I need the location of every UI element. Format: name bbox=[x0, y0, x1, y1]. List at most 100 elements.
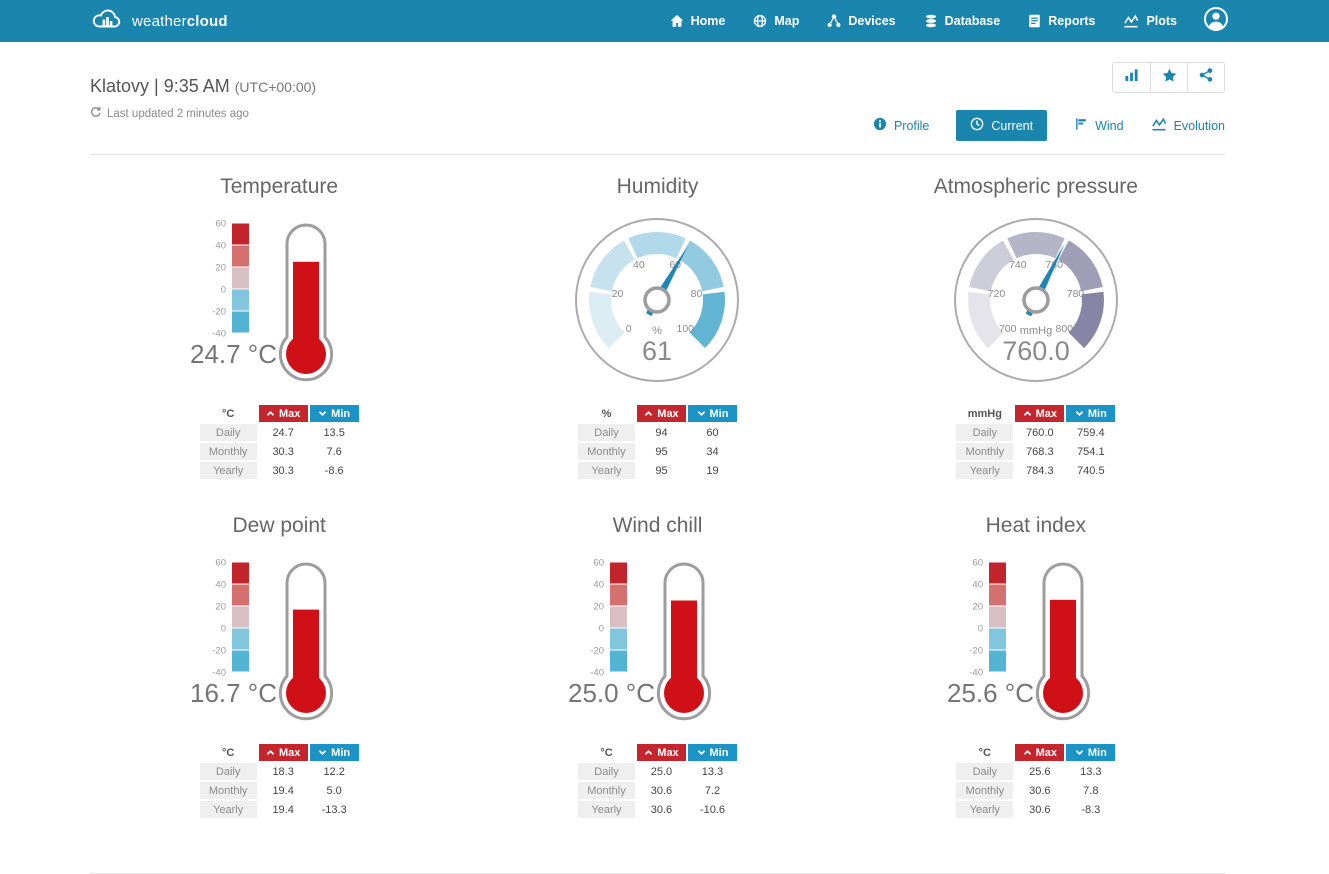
tab-label: Evolution bbox=[1174, 119, 1225, 133]
row-label: Daily bbox=[578, 763, 635, 780]
gauge-value: 61 bbox=[642, 336, 672, 366]
table-row: Daily25.013.3 bbox=[578, 763, 737, 780]
min-header: Min bbox=[310, 744, 359, 761]
svg-text:0: 0 bbox=[221, 285, 226, 296]
tab-profile[interactable]: Profile bbox=[873, 110, 929, 141]
widget-title: Dew point bbox=[90, 514, 468, 538]
svg-text:20: 20 bbox=[972, 602, 983, 613]
min-value: 7.8 bbox=[1066, 782, 1115, 799]
max-header: Max bbox=[259, 405, 308, 422]
station-utc: (UTC+00:00) bbox=[235, 79, 316, 95]
table-header-row: %MaxMin bbox=[578, 405, 737, 422]
min-value: -13.3 bbox=[310, 801, 359, 818]
svg-text:-20: -20 bbox=[969, 646, 983, 657]
min-header: Min bbox=[310, 405, 359, 422]
max-value: 768.3 bbox=[1015, 443, 1064, 460]
svg-text:20: 20 bbox=[216, 263, 227, 274]
refresh-icon bbox=[90, 106, 102, 121]
svg-text:60: 60 bbox=[972, 558, 983, 569]
max-header: Max bbox=[637, 744, 686, 761]
widget-dew-point: Dew point6040200-20-4016.7 °C°CMaxMinDai… bbox=[90, 494, 468, 833]
nav-item-reports[interactable]: Reports bbox=[1028, 14, 1095, 28]
min-value: 13.5 bbox=[310, 424, 359, 441]
tab-evolution[interactable]: Evolution bbox=[1151, 110, 1225, 141]
svg-text:20: 20 bbox=[216, 602, 227, 613]
widget-title: Atmospheric pressure bbox=[847, 175, 1225, 199]
svg-text:60: 60 bbox=[594, 558, 605, 569]
min-value: -8.6 bbox=[310, 462, 359, 479]
row-label: Monthly bbox=[200, 782, 257, 799]
nav-item-map[interactable]: Map bbox=[753, 14, 799, 28]
nav-item-label: Devices bbox=[848, 14, 895, 28]
gauge-value: 760.0 bbox=[1002, 336, 1070, 366]
max-value: 19.4 bbox=[259, 801, 308, 818]
svg-text:0: 0 bbox=[978, 624, 983, 635]
widget-temperature: Temperature6040200-20-4024.7 °C°CMaxMinD… bbox=[90, 155, 468, 494]
widget-heat-index: Heat index6040200-20-4025.6 °C°CMaxMinDa… bbox=[847, 494, 1225, 833]
database-icon bbox=[924, 14, 938, 28]
tab-current[interactable]: Current bbox=[956, 110, 1047, 141]
table-row: Yearly19.4-13.3 bbox=[200, 801, 359, 818]
max-header: Max bbox=[1015, 744, 1064, 761]
svg-text:40: 40 bbox=[594, 580, 605, 591]
svg-text:-40: -40 bbox=[212, 668, 226, 679]
svg-text:780: 780 bbox=[1067, 288, 1085, 300]
nav-item-label: Home bbox=[691, 14, 726, 28]
row-label: Daily bbox=[200, 424, 257, 441]
minmax-table: °CMaxMinDaily25.013.3Monthly30.67.2Yearl… bbox=[576, 742, 739, 820]
minmax-table: %MaxMinDaily9460Monthly9534Yearly9519 bbox=[576, 403, 739, 481]
max-header: Max bbox=[259, 744, 308, 761]
user-avatar-button[interactable] bbox=[1203, 6, 1229, 37]
max-header: Max bbox=[637, 405, 686, 422]
table-row: Monthly30.37.6 bbox=[200, 443, 359, 460]
svg-text:-20: -20 bbox=[591, 646, 605, 657]
widget-wind-chill: Wind chill6040200-20-4025.0 °C°CMaxMinDa… bbox=[468, 494, 846, 833]
min-value: 740.5 bbox=[1066, 462, 1115, 479]
min-value: -8.3 bbox=[1066, 801, 1115, 818]
dial-gauge-area: 020406080100%61 bbox=[468, 205, 846, 395]
max-value: 25.6 bbox=[1015, 763, 1064, 780]
view-tabs: Profile Current Wind Evolution bbox=[873, 110, 1225, 141]
nav-item-home[interactable]: Home bbox=[670, 14, 726, 28]
svg-text:40: 40 bbox=[216, 241, 227, 252]
min-value: 13.3 bbox=[688, 763, 737, 780]
share-button[interactable] bbox=[1187, 63, 1224, 92]
table-row: Monthly19.45.0 bbox=[200, 782, 359, 799]
table-row: Yearly784.3740.5 bbox=[956, 462, 1115, 479]
reports-icon bbox=[1028, 14, 1041, 28]
gauge-value: 16.7 °C bbox=[190, 678, 277, 708]
evolution-icon bbox=[1151, 117, 1167, 134]
max-value: 18.3 bbox=[259, 763, 308, 780]
svg-text:740: 740 bbox=[1009, 259, 1027, 271]
row-label: Yearly bbox=[956, 801, 1013, 818]
nav-item-label: Map bbox=[774, 14, 799, 28]
minmax-table: mmHgMaxMinDaily760.0759.4Monthly768.3754… bbox=[954, 403, 1117, 481]
nav-item-devices[interactable]: Devices bbox=[827, 14, 895, 28]
action-button-group bbox=[1112, 62, 1225, 93]
gauge-value: 25.6 °C bbox=[947, 678, 1034, 708]
table-row: Monthly9534 bbox=[578, 443, 737, 460]
table-row: Daily9460 bbox=[578, 424, 737, 441]
row-label: Monthly bbox=[956, 782, 1013, 799]
info-icon bbox=[873, 117, 887, 134]
row-label: Monthly bbox=[200, 443, 257, 460]
bar-chart-button[interactable] bbox=[1113, 63, 1150, 92]
min-header: Min bbox=[1066, 405, 1115, 422]
max-value: 30.6 bbox=[637, 801, 686, 818]
thermometer-gauge-area: 6040200-20-4025.6 °C bbox=[847, 544, 1225, 734]
star-button[interactable] bbox=[1150, 63, 1187, 92]
tab-wind[interactable]: Wind bbox=[1074, 110, 1123, 141]
max-value: 760.0 bbox=[1015, 424, 1064, 441]
plots-icon bbox=[1123, 14, 1139, 28]
thermometer-gauge-area: 6040200-20-4025.0 °C bbox=[468, 544, 846, 734]
table-row: Yearly30.3-8.6 bbox=[200, 462, 359, 479]
thermometer-gauge: 6040200-20-4016.7 °C bbox=[154, 552, 404, 726]
nav-item-database[interactable]: Database bbox=[924, 14, 1001, 28]
svg-text:40: 40 bbox=[216, 580, 227, 591]
nav-item-label: Plots bbox=[1146, 14, 1177, 28]
svg-text:0: 0 bbox=[626, 323, 632, 335]
brand-logo-link[interactable]: weathercloud bbox=[90, 7, 228, 36]
table-row: Yearly30.6-10.6 bbox=[578, 801, 737, 818]
nav-item-plots[interactable]: Plots bbox=[1123, 14, 1177, 28]
minmax-table: °CMaxMinDaily25.613.3Monthly30.67.8Yearl… bbox=[954, 742, 1117, 820]
